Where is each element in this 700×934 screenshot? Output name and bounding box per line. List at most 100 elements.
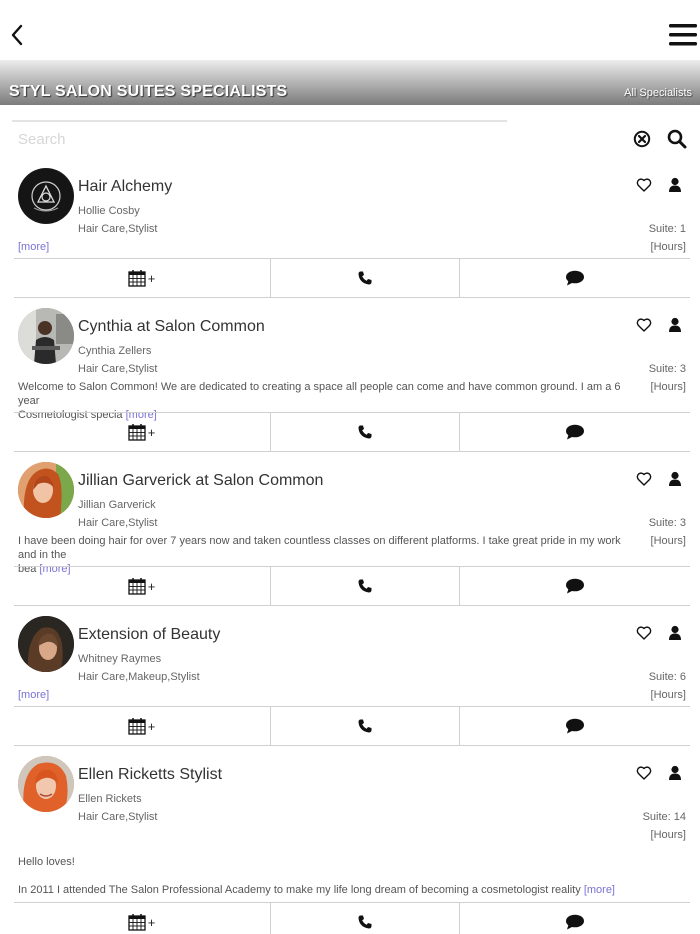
heart-outline-icon [636, 318, 652, 332]
avatar[interactable] [18, 462, 74, 518]
calendar-plus-icon [128, 578, 146, 595]
avatar[interactable] [18, 168, 74, 224]
chat-bubble-icon [566, 578, 584, 594]
message-button[interactable] [459, 903, 690, 934]
chevron-left-icon [11, 24, 23, 46]
favorite-button[interactable] [636, 317, 652, 333]
book-appointment-button[interactable]: + [14, 259, 269, 297]
specialist-name[interactable]: Ellen Ricketts Stylist [78, 766, 222, 784]
specialist-person: Jillian Garverick [78, 499, 156, 511]
action-bar: + [14, 566, 690, 606]
person-icon [669, 471, 681, 486]
hamburger-menu-icon [669, 24, 697, 46]
page-title: STYL SALON SUITES SPECIALISTS [9, 83, 288, 100]
phone-icon [358, 579, 372, 593]
phone-icon [358, 719, 372, 733]
top-bar [0, 0, 700, 60]
hours-link[interactable]: [Hours] [651, 689, 686, 701]
person-icon [669, 765, 681, 780]
avatar[interactable] [18, 756, 74, 812]
specialist-name[interactable]: Hair Alchemy [78, 178, 172, 196]
profile-button[interactable] [668, 317, 682, 333]
call-button[interactable] [270, 259, 459, 297]
book-appointment-button[interactable]: + [14, 903, 269, 934]
specialist-categories: Hair Care,Stylist [78, 363, 158, 375]
message-button[interactable] [459, 259, 690, 297]
specialist-person: Ellen Rickets [78, 793, 142, 805]
heart-outline-icon [636, 626, 652, 640]
specialist-person: Hollie Cosby [78, 205, 140, 217]
call-button[interactable] [270, 567, 459, 605]
plus-icon: + [147, 718, 156, 734]
avatar[interactable] [18, 308, 74, 364]
plus-icon: + [147, 578, 156, 594]
back-button[interactable] [8, 22, 28, 48]
phone-icon [358, 425, 372, 439]
all-specialists-link[interactable]: All Specialists [624, 87, 692, 99]
hours-link[interactable]: [Hours] [651, 241, 686, 253]
favorite-button[interactable] [636, 625, 652, 641]
message-button[interactable] [459, 413, 690, 451]
hours-link[interactable]: [Hours] [651, 381, 686, 393]
suite-number: Suite: 14 [642, 811, 686, 823]
profile-button[interactable] [668, 471, 682, 487]
profile-button[interactable] [668, 177, 682, 193]
heart-outline-icon [636, 766, 652, 780]
calendar-plus-icon [128, 270, 146, 287]
clear-circle-icon [633, 130, 651, 148]
search-input[interactable] [12, 120, 507, 156]
specialist-categories: Hair Care,Stylist [78, 223, 158, 235]
more-link[interactable]: [more] [584, 884, 615, 896]
specialist-person: Whitney Raymes [78, 653, 162, 665]
suite-number: Suite: 3 [648, 363, 686, 375]
specialist-categories: Hair Care,Stylist [78, 517, 158, 529]
clear-search-button[interactable] [633, 130, 651, 148]
calendar-plus-icon [128, 718, 146, 735]
hours-link[interactable]: [Hours] [651, 829, 686, 841]
description-line: In 2011 I attended The Salon Professiona… [18, 884, 581, 896]
favorite-button[interactable] [636, 765, 652, 781]
description-line: Welcome to Salon Common! We are dedicate… [18, 381, 621, 407]
specialist-name[interactable]: Cynthia at Salon Common [78, 318, 265, 336]
book-appointment-button[interactable]: + [14, 413, 269, 451]
specialist-name[interactable]: Extension of Beauty [78, 626, 220, 644]
specialist-person: Cynthia Zellers [78, 345, 152, 357]
avatar[interactable] [18, 616, 74, 672]
heart-outline-icon [636, 178, 652, 192]
action-bar: + [14, 258, 690, 298]
message-button[interactable] [459, 707, 690, 745]
action-bar: + [14, 902, 690, 934]
section-banner: STYL SALON SUITES SPECIALISTS All Specia… [0, 60, 700, 105]
book-appointment-button[interactable]: + [14, 707, 269, 745]
phone-icon [358, 915, 372, 929]
menu-button[interactable] [668, 22, 698, 48]
call-button[interactable] [270, 903, 459, 934]
phone-icon [358, 271, 372, 285]
plus-icon: + [147, 270, 156, 286]
action-bar: + [14, 706, 690, 746]
profile-button[interactable] [668, 625, 682, 641]
call-button[interactable] [270, 413, 459, 451]
search-button[interactable] [667, 129, 687, 149]
more-link[interactable]: [more] [18, 241, 49, 253]
call-button[interactable] [270, 707, 459, 745]
action-bar: + [14, 412, 690, 452]
more-link[interactable]: [more] [18, 689, 49, 701]
chat-bubble-icon [566, 914, 584, 930]
heart-outline-icon [636, 472, 652, 486]
suite-number: Suite: 1 [648, 223, 686, 235]
favorite-button[interactable] [636, 177, 652, 193]
specialist-name[interactable]: Jillian Garverick at Salon Common [78, 472, 323, 490]
specialist-categories: Hair Care,Makeup,Stylist [78, 671, 200, 683]
plus-icon: + [147, 914, 156, 930]
person-icon [669, 625, 681, 640]
description-line: I have been doing hair for over 7 years … [18, 535, 621, 561]
profile-button[interactable] [668, 765, 682, 781]
book-appointment-button[interactable]: + [14, 567, 269, 605]
favorite-button[interactable] [636, 471, 652, 487]
person-icon [669, 177, 681, 192]
hours-link[interactable]: [Hours] [651, 535, 686, 547]
plus-icon: + [147, 424, 156, 440]
search-icon [667, 129, 687, 149]
message-button[interactable] [459, 567, 690, 605]
